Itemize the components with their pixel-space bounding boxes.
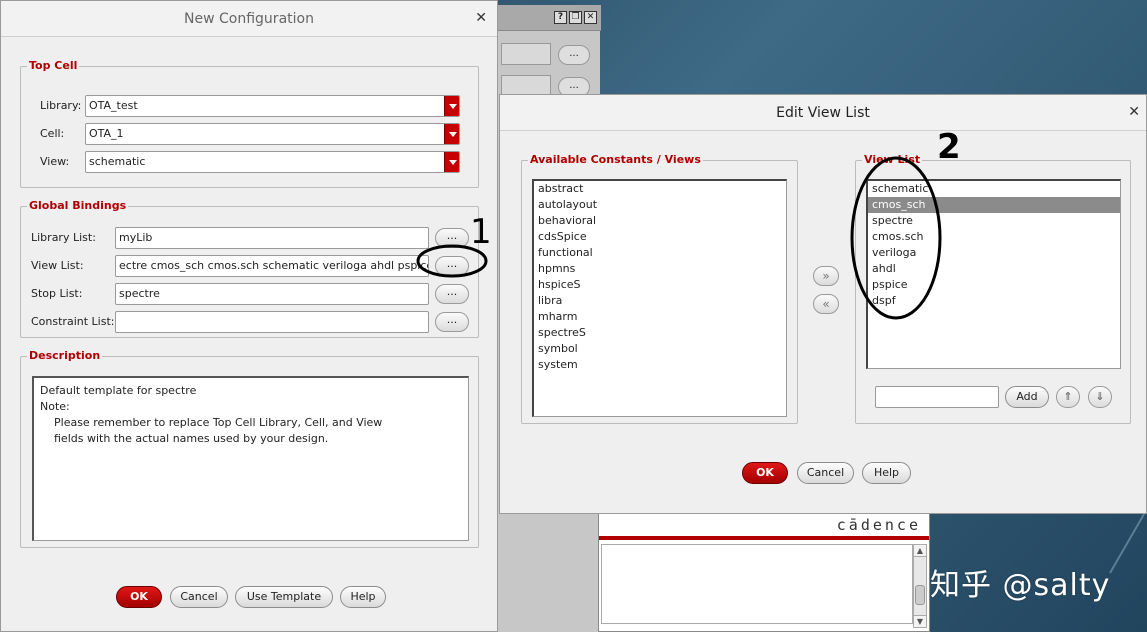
annotation-overlay: 1 2 bbox=[416, 127, 961, 320]
annotation-mark-1: 1 bbox=[470, 212, 492, 252]
annotation-mark-2: 2 bbox=[937, 127, 961, 167]
annotation-circle-2 bbox=[850, 156, 942, 320]
